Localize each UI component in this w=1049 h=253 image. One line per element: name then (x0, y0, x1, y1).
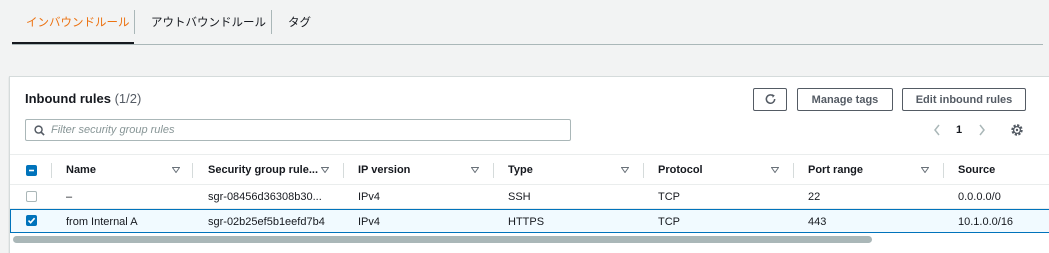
next-page-button[interactable] (977, 121, 987, 139)
cell-ip-version: IPv4 (358, 215, 381, 228)
column-header-label: Name (66, 164, 96, 176)
column-divider (493, 163, 494, 178)
cell-port-range: 443 (808, 215, 827, 228)
row-checkbox-checked[interactable] (26, 215, 37, 226)
tab-bar-underline (12, 44, 1043, 45)
tab-inbound-rules[interactable]: インバウンドルール (26, 14, 130, 30)
column-header-protocol[interactable]: Protocol (658, 155, 703, 185)
tab-divider (271, 10, 272, 34)
column-header-port-range[interactable]: Port range (808, 155, 863, 185)
tab-bar: インバウンドルール アウトバウンドルール タグ (0, 0, 1049, 45)
sort-control[interactable] (621, 155, 633, 185)
manage-tags-button[interactable]: Manage tags (797, 88, 893, 111)
column-header-name[interactable]: Name (66, 155, 96, 185)
cell-rule-id: sgr-02b25ef5b1eefd7b4 (208, 215, 325, 228)
table-header: Name Security group rule... IP version T… (10, 154, 1049, 185)
row-checkbox[interactable] (26, 191, 37, 202)
cell-ip-version: IPv4 (358, 190, 381, 203)
column-divider (643, 163, 644, 178)
search-input[interactable] (51, 124, 551, 136)
column-header-ip-version[interactable]: IP version (358, 155, 410, 185)
panel-title-text: Inbound rules (25, 91, 111, 106)
table-row-selected[interactable]: from Internal A sgr-02b25ef5b1eefd7b4 IP… (10, 209, 1049, 233)
column-divider (51, 163, 52, 178)
cell-type: HTTPS (508, 215, 545, 228)
column-header-label: Type (508, 164, 533, 176)
refresh-icon (764, 93, 777, 106)
table-row[interactable]: – sgr-08456d36308b30... IPv4 SSH TCP 22 … (10, 185, 1049, 209)
column-divider (793, 163, 794, 178)
column-header-source[interactable]: Source (958, 155, 995, 185)
column-divider (343, 163, 344, 178)
previous-page-button[interactable] (932, 121, 942, 139)
chevron-right-icon (977, 123, 987, 137)
cell-source: 10.1.0.0/16 (958, 215, 1014, 228)
tab-divider (134, 10, 135, 34)
panel-title: Inbound rules (1/2) (25, 91, 141, 106)
selection-count: (1/2) (114, 91, 142, 106)
cell-source: 0.0.0.0/0 (958, 190, 1001, 203)
gear-icon (1010, 123, 1024, 137)
sort-control[interactable] (172, 155, 184, 185)
column-header-label: Protocol (658, 164, 703, 176)
column-divider (192, 163, 193, 178)
cell-rule-id: sgr-08456d36308b30... (208, 190, 322, 203)
horizontal-scrollbar[interactable] (13, 236, 872, 243)
sort-control[interactable] (771, 155, 783, 185)
refresh-button[interactable] (753, 88, 787, 111)
column-header-label: IP version (358, 164, 411, 176)
cell-protocol: TCP (658, 190, 680, 203)
cell-name: – (66, 190, 73, 203)
inbound-rules-panel: Inbound rules (1/2) Manage tags Edit inb… (9, 76, 1049, 253)
chevron-left-icon (932, 123, 942, 137)
column-header-type[interactable]: Type (508, 155, 533, 185)
sort-control[interactable] (921, 155, 933, 185)
tab-outbound-rules[interactable]: アウトバウンドルール (151, 14, 266, 30)
search-box (25, 119, 571, 141)
column-header-rule-id[interactable]: Security group rule... (208, 155, 318, 185)
cell-port-range: 22 (808, 190, 821, 203)
table-preferences-button[interactable] (1010, 121, 1024, 139)
cell-protocol: TCP (658, 215, 680, 228)
column-header-label: Port range (808, 164, 864, 176)
column-divider (943, 163, 944, 178)
tab-tags[interactable]: タグ (288, 14, 311, 30)
edit-inbound-rules-button[interactable]: Edit inbound rules (902, 88, 1026, 111)
cell-name: from Internal A (66, 215, 138, 228)
select-all-checkbox[interactable] (26, 165, 37, 176)
current-page-number[interactable]: 1 (956, 121, 962, 139)
search-icon (34, 124, 45, 136)
column-header-label: Security group rule... (208, 164, 319, 176)
column-header-label: Source (958, 164, 996, 176)
sort-control[interactable] (321, 155, 333, 185)
sort-control[interactable] (471, 155, 483, 185)
cell-type: SSH (508, 190, 531, 203)
